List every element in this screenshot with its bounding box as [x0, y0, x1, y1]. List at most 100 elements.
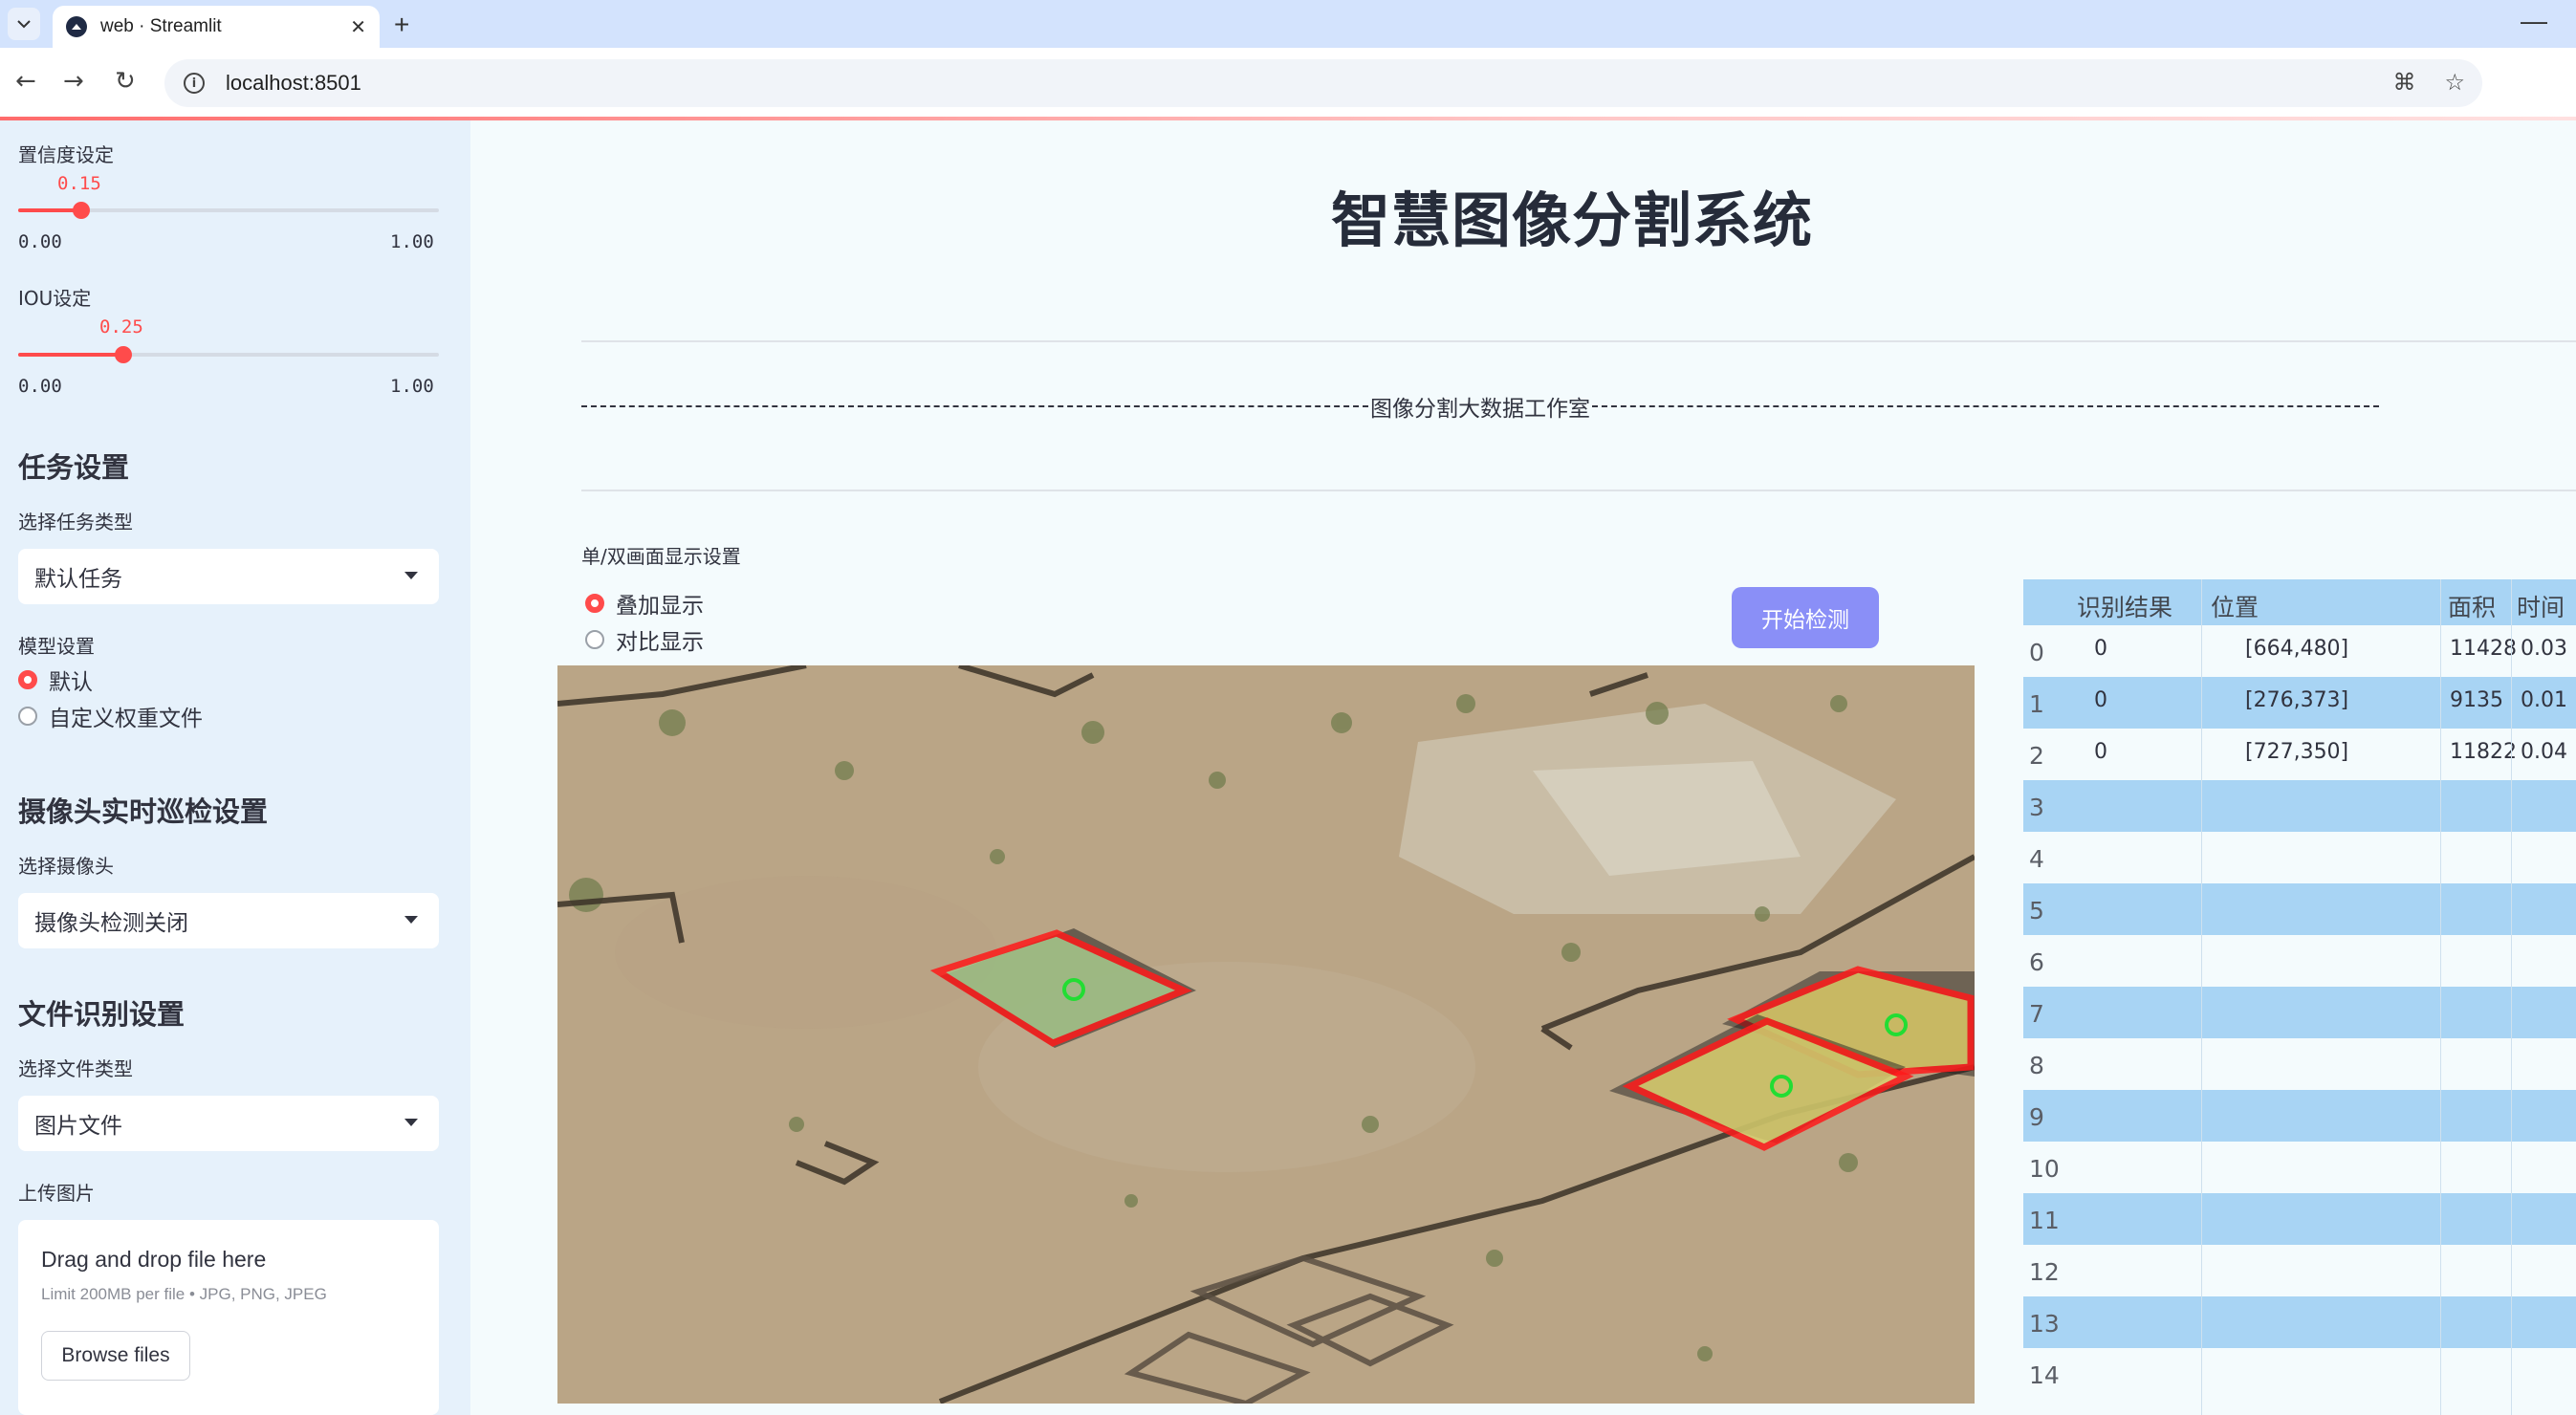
confidence-value: 0.15 — [57, 173, 101, 194]
start-detection-button[interactable]: 开始检测 — [1732, 587, 1879, 648]
table-row[interactable]: 10 — [2023, 1142, 2576, 1193]
cell-position[interactable]: [727,350] — [2245, 740, 2348, 764]
close-icon[interactable]: ✕ — [350, 15, 366, 38]
table-row[interactable]: 0 [727,350] 11822 0.04 2 — [2023, 729, 2576, 780]
camera-select-label: 选择摄像头 — [18, 855, 114, 878]
confidence-max: 1.00 — [390, 231, 434, 252]
cell-position[interactable]: [276,373] — [2245, 688, 2348, 712]
camera-select[interactable]: 摄像头检测关闭 — [18, 893, 439, 948]
divider — [581, 490, 2576, 491]
reload-icon[interactable]: ↻ — [115, 67, 136, 96]
upload-label: 上传图片 — [18, 1182, 95, 1205]
column-header[interactable]: 识别结果 — [2077, 589, 2172, 623]
model-option-default[interactable]: 默认 — [18, 664, 93, 696]
column-divider — [2440, 579, 2441, 1415]
tab-title: web · Streamlit — [100, 16, 222, 36]
dropzone-limit: Limit 200MB per file • JPG, PNG, JPEG — [41, 1285, 327, 1303]
row-index: 14 — [2029, 1361, 2060, 1389]
iou-label: IOU设定 — [18, 287, 92, 310]
model-option-label: 默认 — [49, 670, 93, 695]
cell-time[interactable]: 0.03 — [2521, 637, 2567, 661]
model-option-custom[interactable]: 自定义权重文件 — [18, 700, 203, 732]
display-option-compare[interactable]: 对比显示 — [585, 623, 704, 656]
forward-arrow-icon[interactable]: → — [63, 67, 84, 96]
radio-unselected-icon[interactable] — [18, 707, 37, 726]
translate-icon[interactable]: ⌘ — [2392, 69, 2415, 96]
radio-selected-icon[interactable] — [585, 594, 604, 613]
bookmark-star-icon[interactable]: ☆ — [2444, 69, 2465, 96]
row-index: 5 — [2029, 897, 2044, 925]
browse-files-button[interactable]: Browse files — [41, 1331, 190, 1381]
row-index: 0 — [2029, 639, 2044, 666]
column-header[interactable]: 面积 — [2448, 589, 2496, 623]
cell-result[interactable]: 0 — [2094, 688, 2107, 712]
table-row[interactable]: 12 — [2023, 1245, 2576, 1296]
table-row[interactable]: 4 — [2023, 832, 2576, 883]
browser-tab[interactable]: web · Streamlit ✕ — [53, 6, 380, 48]
table-row[interactable]: 5 — [2023, 883, 2576, 935]
window-minimize-icon[interactable]: — — [2521, 6, 2547, 36]
camera-heading: 摄像头实时巡检设置 — [18, 795, 269, 828]
address-bar[interactable]: i localhost:8501 ⌘ ☆ — [164, 59, 2482, 107]
iou-slider-fill — [18, 353, 123, 357]
studio-banner: 图像分割大数据工作室 — [581, 390, 2379, 423]
table-row[interactable]: 13 — [2023, 1296, 2576, 1348]
task-heading: 任务设置 — [18, 451, 130, 484]
file-dropzone[interactable]: Drag and drop file here Limit 200MB per … — [18, 1220, 439, 1415]
back-arrow-icon[interactable]: ← — [15, 67, 36, 96]
table-row[interactable]: 9 — [2023, 1090, 2576, 1142]
studio-name: 图像分割大数据工作室 — [1370, 397, 1590, 422]
cell-result[interactable]: 0 — [2094, 637, 2107, 661]
table-row[interactable]: 0 [276,373] 9135 0.01 1 — [2023, 677, 2576, 729]
cell-area[interactable]: 11822 — [2450, 740, 2517, 764]
task-select-label: 选择任务类型 — [18, 511, 133, 533]
cell-time[interactable]: 0.04 — [2521, 740, 2567, 764]
page-title: 智慧图像分割系统 — [1331, 185, 1814, 255]
task-type-value: 默认任务 — [34, 567, 122, 592]
row-index: 8 — [2029, 1052, 2044, 1079]
table-row[interactable]: 11 — [2023, 1193, 2576, 1245]
iou-min: 0.00 — [18, 376, 62, 397]
task-type-select[interactable]: 默认任务 — [18, 549, 439, 604]
row-index: 2 — [2029, 742, 2044, 770]
aerial-image-svg — [557, 665, 1975, 1404]
streamlit-favicon-icon — [66, 16, 87, 37]
new-tab-plus-icon[interactable]: + — [394, 10, 409, 40]
model-label: 模型设置 — [18, 635, 95, 658]
cell-area[interactable]: 11428 — [2450, 637, 2517, 661]
site-info-icon[interactable]: i — [184, 73, 205, 94]
camera-value: 摄像头检测关闭 — [34, 911, 188, 936]
iou-slider-thumb[interactable] — [115, 346, 132, 363]
table-row[interactable]: 8 — [2023, 1038, 2576, 1090]
display-option-label: 对比显示 — [616, 630, 704, 655]
column-header[interactable]: 时间 — [2517, 589, 2565, 623]
display-option-overlay[interactable]: 叠加显示 — [585, 587, 704, 620]
cell-area[interactable]: 9135 — [2450, 688, 2503, 712]
results-table[interactable]: 识别结果 位置 面积 时间 0 [664,480] 11428 0.03 0 0 [276,… — [2023, 579, 2576, 1415]
confidence-label: 置信度设定 — [18, 143, 114, 166]
file-select-label: 选择文件类型 — [18, 1057, 133, 1080]
cell-position[interactable]: [664,480] — [2245, 637, 2348, 661]
dash-line — [1592, 405, 2379, 407]
tab-search-button[interactable] — [8, 8, 40, 40]
confidence-slider-thumb[interactable] — [73, 202, 90, 219]
table-row[interactable]: 6 — [2023, 935, 2576, 987]
chevron-down-icon — [404, 572, 418, 579]
file-type-select[interactable]: 图片文件 — [18, 1096, 439, 1151]
table-row[interactable]: 7 — [2023, 987, 2576, 1038]
confidence-slider-track[interactable] — [18, 202, 439, 219]
table-row[interactable]: 14 — [2023, 1348, 2576, 1400]
column-header[interactable]: 位置 — [2211, 589, 2259, 623]
file-heading: 文件识别设置 — [18, 998, 186, 1031]
radio-unselected-icon[interactable] — [585, 630, 604, 649]
confidence-min: 0.00 — [18, 231, 62, 252]
table-header: 识别结果 位置 面积 时间 — [2023, 579, 2576, 625]
chevron-down-icon — [17, 20, 31, 29]
iou-slider-track[interactable] — [18, 346, 439, 363]
cell-result[interactable]: 0 — [2094, 740, 2107, 764]
table-row[interactable]: 3 — [2023, 780, 2576, 832]
table-row[interactable]: 0 [664,480] 11428 0.03 0 — [2023, 625, 2576, 677]
radio-selected-icon[interactable] — [18, 670, 37, 689]
cell-time[interactable]: 0.01 — [2521, 688, 2567, 712]
dropzone-title: Drag and drop file here — [41, 1247, 267, 1272]
